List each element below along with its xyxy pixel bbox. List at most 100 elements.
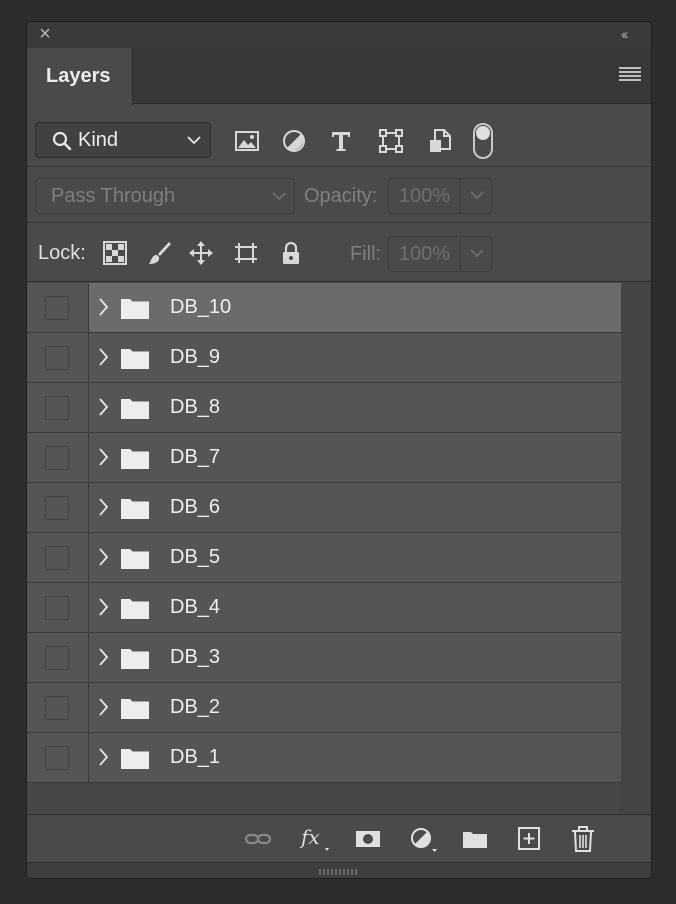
scrollbar-track[interactable] bbox=[619, 283, 651, 813]
svg-text:fx: fx bbox=[299, 825, 320, 849]
layer-visibility-toggle[interactable] bbox=[27, 483, 89, 532]
layer-name: DB_1 bbox=[170, 746, 221, 768]
filter-kind-select[interactable]: Kind bbox=[35, 122, 211, 158]
lock-position-icon[interactable] bbox=[188, 240, 214, 266]
expand-chevron-icon[interactable] bbox=[97, 397, 109, 417]
layer-visibility-toggle[interactable] bbox=[27, 433, 89, 482]
visibility-box bbox=[45, 546, 69, 570]
layer-row[interactable]: DB_1 bbox=[27, 733, 621, 783]
layer-row[interactable]: DB_6 bbox=[27, 483, 621, 533]
panel-titlebar: × ‹‹ bbox=[27, 22, 651, 48]
layer-name: DB_7 bbox=[170, 446, 221, 468]
lock-image-pixels-icon[interactable] bbox=[146, 240, 172, 266]
collapse-icon[interactable]: ‹‹ bbox=[621, 26, 639, 42]
visibility-box bbox=[45, 696, 69, 720]
layer-name: DB_6 bbox=[170, 496, 221, 518]
layer-name: DB_3 bbox=[170, 646, 221, 668]
new-group-icon[interactable] bbox=[460, 825, 490, 853]
adjustment-filter-icon[interactable] bbox=[280, 127, 308, 155]
layer-row[interactable]: DB_2 bbox=[27, 683, 621, 733]
layer-name: DB_10 bbox=[170, 296, 232, 318]
visibility-box bbox=[45, 746, 69, 770]
layer-row[interactable]: DB_5 bbox=[27, 533, 621, 583]
visibility-box bbox=[45, 646, 69, 670]
filter-kind-label: Kind bbox=[78, 129, 119, 151]
fill-field[interactable]: 100% bbox=[388, 236, 492, 272]
resize-grip bbox=[319, 869, 359, 875]
type-filter-icon[interactable] bbox=[327, 127, 355, 155]
layer-list: DB_10 DB_9 DB_8 DB_7 DB_6 DB_5 DB_4 DB_3 DB_2 DB_… bbox=[27, 283, 651, 813]
layer-visibility-toggle[interactable] bbox=[27, 533, 89, 582]
image-filter-icon[interactable] bbox=[233, 127, 261, 155]
expand-chevron-icon[interactable] bbox=[97, 697, 109, 717]
panel-footer: fx bbox=[27, 814, 651, 862]
folder-icon bbox=[121, 349, 149, 369]
layer-row[interactable]: DB_8 bbox=[27, 383, 621, 433]
layer-name: DB_9 bbox=[170, 346, 221, 368]
expand-chevron-icon[interactable] bbox=[97, 747, 109, 767]
blend-mode-label: Pass Through bbox=[51, 185, 176, 207]
panel-tabbar: Layers bbox=[27, 48, 651, 105]
filter-toggle[interactable] bbox=[473, 123, 493, 159]
layer-row[interactable]: DB_3 bbox=[27, 633, 621, 683]
layer-name: DB_5 bbox=[170, 546, 221, 568]
expand-chevron-icon[interactable] bbox=[97, 347, 109, 367]
shape-filter-icon[interactable] bbox=[377, 127, 405, 155]
panel-menu-icon[interactable] bbox=[619, 67, 641, 83]
layer-visibility-toggle[interactable] bbox=[27, 633, 89, 682]
folder-icon bbox=[121, 749, 149, 769]
chevron-down-icon bbox=[187, 136, 201, 145]
layer-row[interactable]: DB_4 bbox=[27, 583, 621, 633]
folder-icon bbox=[121, 399, 149, 419]
layer-visibility-toggle[interactable] bbox=[27, 283, 89, 332]
lock-label: Lock: bbox=[38, 242, 86, 264]
expand-chevron-icon[interactable] bbox=[97, 597, 109, 617]
opacity-field[interactable]: 100% bbox=[388, 178, 492, 214]
expand-chevron-icon[interactable] bbox=[97, 297, 109, 317]
chevron-down-icon bbox=[272, 192, 286, 201]
folder-icon bbox=[121, 699, 149, 719]
fx-icon[interactable]: fx bbox=[299, 825, 329, 853]
layer-mask-icon[interactable] bbox=[353, 825, 383, 853]
close-icon[interactable]: × bbox=[36, 24, 54, 44]
visibility-box bbox=[45, 296, 69, 320]
expand-chevron-icon[interactable] bbox=[97, 647, 109, 667]
folder-icon bbox=[121, 599, 149, 619]
delete-icon[interactable] bbox=[568, 825, 598, 853]
folder-icon bbox=[121, 449, 149, 469]
layer-row[interactable]: DB_9 bbox=[27, 333, 621, 383]
new-adjustment-layer-icon[interactable] bbox=[407, 825, 437, 853]
layer-visibility-toggle[interactable] bbox=[27, 683, 89, 732]
lock-all-icon[interactable] bbox=[278, 240, 304, 266]
visibility-box bbox=[45, 396, 69, 420]
lock-bar: Lock: Fill: 100% bbox=[27, 224, 651, 282]
blend-mode-select[interactable]: Pass Through bbox=[35, 178, 295, 214]
expand-chevron-icon[interactable] bbox=[97, 497, 109, 517]
search-icon bbox=[52, 131, 72, 151]
link-layers-icon[interactable] bbox=[243, 825, 273, 853]
toggle-knob bbox=[476, 126, 490, 140]
layer-visibility-toggle[interactable] bbox=[27, 733, 89, 782]
layer-visibility-toggle[interactable] bbox=[27, 383, 89, 432]
smart-object-filter-icon[interactable] bbox=[426, 127, 454, 155]
layer-row[interactable]: DB_10 bbox=[27, 283, 621, 333]
layer-visibility-toggle[interactable] bbox=[27, 583, 89, 632]
expand-chevron-icon[interactable] bbox=[97, 447, 109, 467]
folder-icon bbox=[121, 299, 149, 319]
fill-value: 100% bbox=[389, 237, 461, 271]
lock-transparent-pixels-icon[interactable] bbox=[102, 240, 128, 266]
layers-panel: × ‹‹ Layers Kind Pass Through Opacity: 1… bbox=[26, 21, 652, 879]
visibility-box bbox=[45, 346, 69, 370]
layer-name: DB_4 bbox=[170, 596, 221, 618]
layer-row[interactable]: DB_7 bbox=[27, 433, 621, 483]
expand-chevron-icon[interactable] bbox=[97, 547, 109, 567]
new-layer-icon[interactable] bbox=[514, 825, 544, 853]
fill-label: Fill: bbox=[350, 243, 382, 265]
blend-bar: Pass Through Opacity: 100% bbox=[27, 168, 651, 223]
lock-artboard-icon[interactable] bbox=[233, 240, 259, 266]
panel-resize-handle[interactable] bbox=[27, 862, 651, 878]
folder-icon bbox=[121, 649, 149, 669]
visibility-box bbox=[45, 596, 69, 620]
layer-visibility-toggle[interactable] bbox=[27, 333, 89, 382]
tab-layers[interactable]: Layers bbox=[27, 48, 133, 105]
